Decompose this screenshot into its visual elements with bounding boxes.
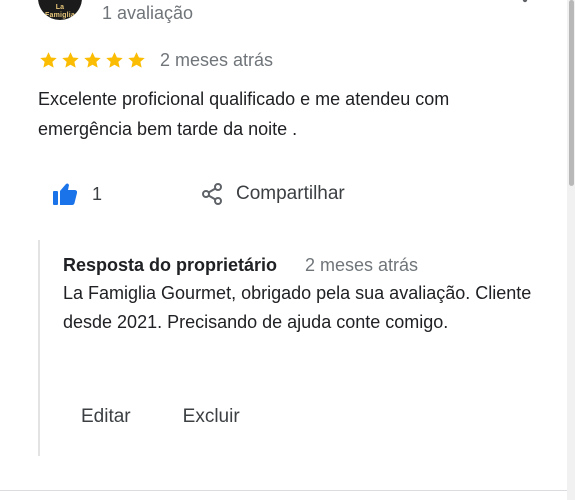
review-text: Excelente proficional qualificado e me a…: [38, 89, 450, 139]
like-count: 1: [92, 183, 103, 204]
more-vert-icon[interactable]: [518, 0, 532, 16]
star-icon: [106, 52, 123, 68]
owner-response-date: 2 meses atrás: [305, 255, 419, 275]
divider: [0, 490, 567, 491]
edit-response-button[interactable]: Editar: [81, 406, 131, 428]
owner-response-text: La Famiglia Gourmet, obrigado pela sua a…: [63, 283, 532, 332]
owner-response: Resposta do proprietário 2 meses atrás L…: [38, 240, 540, 456]
reviewer-avatar[interactable]: La Famiglia: [38, 0, 82, 20]
star-icon: [40, 52, 57, 68]
scrollbar-thumb[interactable]: [569, 0, 574, 186]
reviewer-logo-text: La Famiglia: [45, 4, 75, 19]
star-icon: [84, 52, 101, 68]
review-card: La Famiglia 1 avaliação 2 meses atrás Ex…: [0, 0, 575, 500]
owner-response-title: Resposta do proprietário: [63, 255, 278, 275]
delete-response-button[interactable]: Excluir: [183, 406, 240, 428]
thumbs-up-icon: [53, 183, 78, 205]
share-icon: [202, 183, 222, 205]
share-label: Compartilhar: [236, 183, 345, 204]
share-button[interactable]: Compartilhar: [200, 178, 345, 210]
star-icon: [62, 52, 79, 68]
reviewer-review-count: 1 avaliação: [102, 3, 194, 23]
review-date: 2 meses atrás: [160, 50, 274, 70]
owner-response-actions: Editar Excluir: [81, 406, 240, 428]
like-button[interactable]: 1: [52, 178, 102, 210]
star-rating: [39, 51, 146, 70]
star-icon: [128, 52, 145, 68]
